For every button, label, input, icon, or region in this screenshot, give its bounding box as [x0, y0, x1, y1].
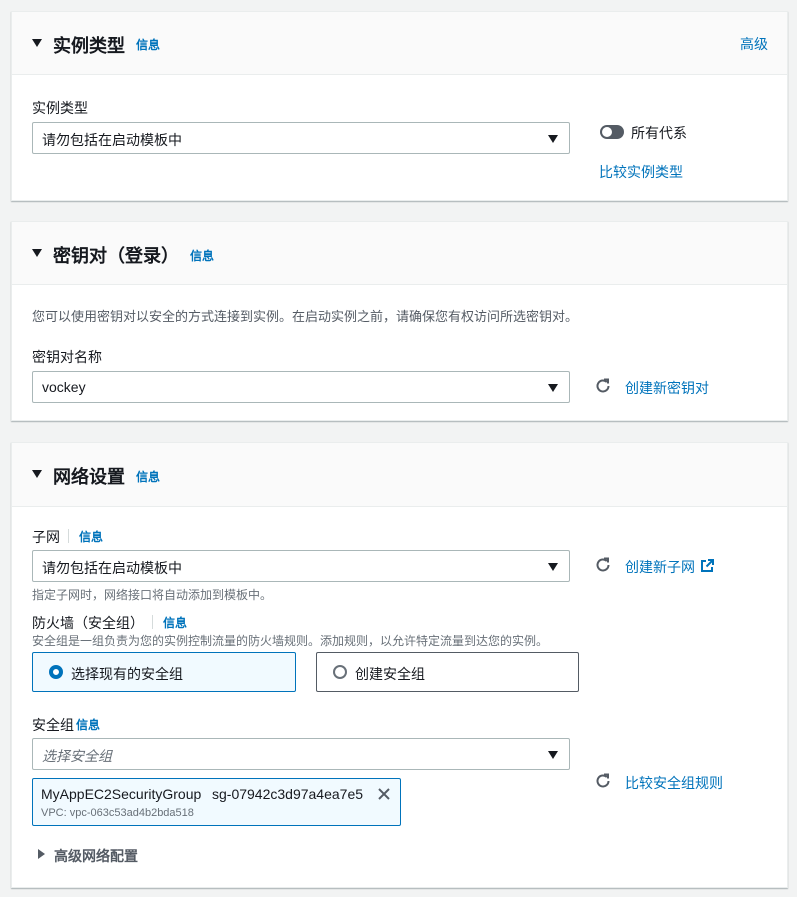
create-subnet-link[interactable]: 创建新子网 — [625, 557, 695, 577]
subnet-label: 子网 — [32, 529, 60, 545]
radio-unselected-icon — [333, 665, 347, 679]
chevron-down-icon — [548, 751, 558, 759]
firewall-info-link[interactable]: 信息 — [163, 614, 187, 631]
close-icon[interactable] — [377, 787, 391, 801]
caret-down-icon[interactable] — [32, 470, 42, 478]
radio-label: 创建安全组 — [355, 666, 425, 682]
instance-type-select[interactable]: 请勿包括在启动模板中 — [32, 122, 570, 154]
firewall-label: 防火墙（安全组） — [32, 615, 144, 631]
key-pair-select[interactable]: vockey — [32, 371, 570, 403]
select-value: vockey — [42, 379, 86, 395]
advanced-link[interactable]: 高级 — [740, 34, 768, 54]
caret-down-icon[interactable] — [32, 249, 42, 257]
security-group-info-link[interactable]: 信息 — [76, 716, 100, 733]
key-pair-panel: 密钥对（登录） 信息 您可以使用密钥对以安全的方式连接到实例。在启动实例之前，请… — [11, 221, 788, 421]
security-group-token: MyAppEC2SecurityGroup sg-07942c3d97a4ea7… — [32, 778, 401, 826]
security-group-select[interactable]: 选择安全组 — [32, 738, 570, 770]
compare-sg-rules-link[interactable]: 比较安全组规则 — [625, 773, 723, 793]
caret-down-icon[interactable] — [32, 39, 42, 47]
caret-right-icon[interactable] — [38, 849, 45, 859]
select-placeholder: 选择安全组 — [42, 748, 112, 764]
key-pair-description: 您可以使用密钥对以安全的方式连接到实例。在启动实例之前，请确保您有权访问所选密钥… — [32, 309, 579, 324]
info-link[interactable]: 信息 — [136, 468, 160, 485]
key-pair-header[interactable]: 密钥对（登录） 信息 — [12, 222, 787, 285]
chevron-down-icon — [548, 563, 558, 571]
chevron-down-icon — [548, 384, 558, 392]
all-generations-toggle[interactable] — [600, 125, 624, 139]
label-divider — [68, 529, 69, 543]
toggle-label: 所有代系 — [631, 125, 687, 141]
create-key-pair-link[interactable]: 创建新密钥对 — [625, 378, 709, 398]
info-link[interactable]: 信息 — [190, 247, 214, 264]
refresh-icon[interactable] — [594, 377, 612, 395]
security-group-label: 安全组 — [32, 717, 74, 733]
subnet-hint: 指定子网时，网络接口将自动添加到模板中。 — [32, 588, 273, 602]
info-link[interactable]: 信息 — [136, 36, 160, 53]
refresh-icon[interactable] — [594, 556, 612, 574]
token-sg-id: sg-07942c3d97a4ea7e5 — [212, 786, 364, 802]
firewall-description: 安全组是一组负责为您的实例控制流量的防火墙规则。添加规则，以允许特定流量到达您的… — [32, 634, 549, 648]
subnet-info-link[interactable]: 信息 — [79, 528, 103, 545]
section-title: 实例类型 — [53, 36, 125, 56]
subnet-select[interactable]: 请勿包括在启动模板中 — [32, 550, 570, 582]
select-existing-sg-option[interactable]: 选择现有的安全组 — [32, 652, 296, 692]
radio-selected-icon — [49, 665, 63, 679]
network-settings-panel: 网络设置 信息 子网 信息 请勿包括在启动模板中 创建新子网 指定子网时，网络接… — [11, 442, 788, 888]
external-link-icon[interactable] — [700, 559, 714, 573]
section-title: 网络设置 — [53, 467, 125, 487]
select-value: 请勿包括在启动模板中 — [42, 560, 182, 576]
instance-type-label: 实例类型 — [32, 100, 88, 116]
refresh-icon[interactable] — [594, 772, 612, 790]
advanced-network-config-toggle[interactable]: 高级网络配置 — [54, 846, 138, 866]
chevron-down-icon — [548, 135, 558, 143]
label-divider — [152, 615, 153, 629]
key-pair-name-label: 密钥对名称 — [32, 349, 102, 365]
instance-type-header[interactable]: 实例类型 信息 高级 — [12, 12, 787, 75]
select-value: 请勿包括在启动模板中 — [42, 132, 182, 148]
section-title: 密钥对（登录） — [53, 246, 179, 266]
instance-type-panel: 实例类型 信息 高级 实例类型 请勿包括在启动模板中 所有代系 比较实例类型 — [11, 11, 788, 201]
token-vpc: VPC: vpc-063c53ad4b2bda518 — [41, 807, 194, 819]
network-settings-header[interactable]: 网络设置 信息 — [12, 443, 787, 507]
token-sg-name: MyAppEC2SecurityGroup — [41, 786, 202, 802]
create-sg-option[interactable]: 创建安全组 — [316, 652, 579, 692]
radio-label: 选择现有的安全组 — [71, 666, 183, 682]
compare-instance-types-link[interactable]: 比较实例类型 — [599, 162, 683, 182]
